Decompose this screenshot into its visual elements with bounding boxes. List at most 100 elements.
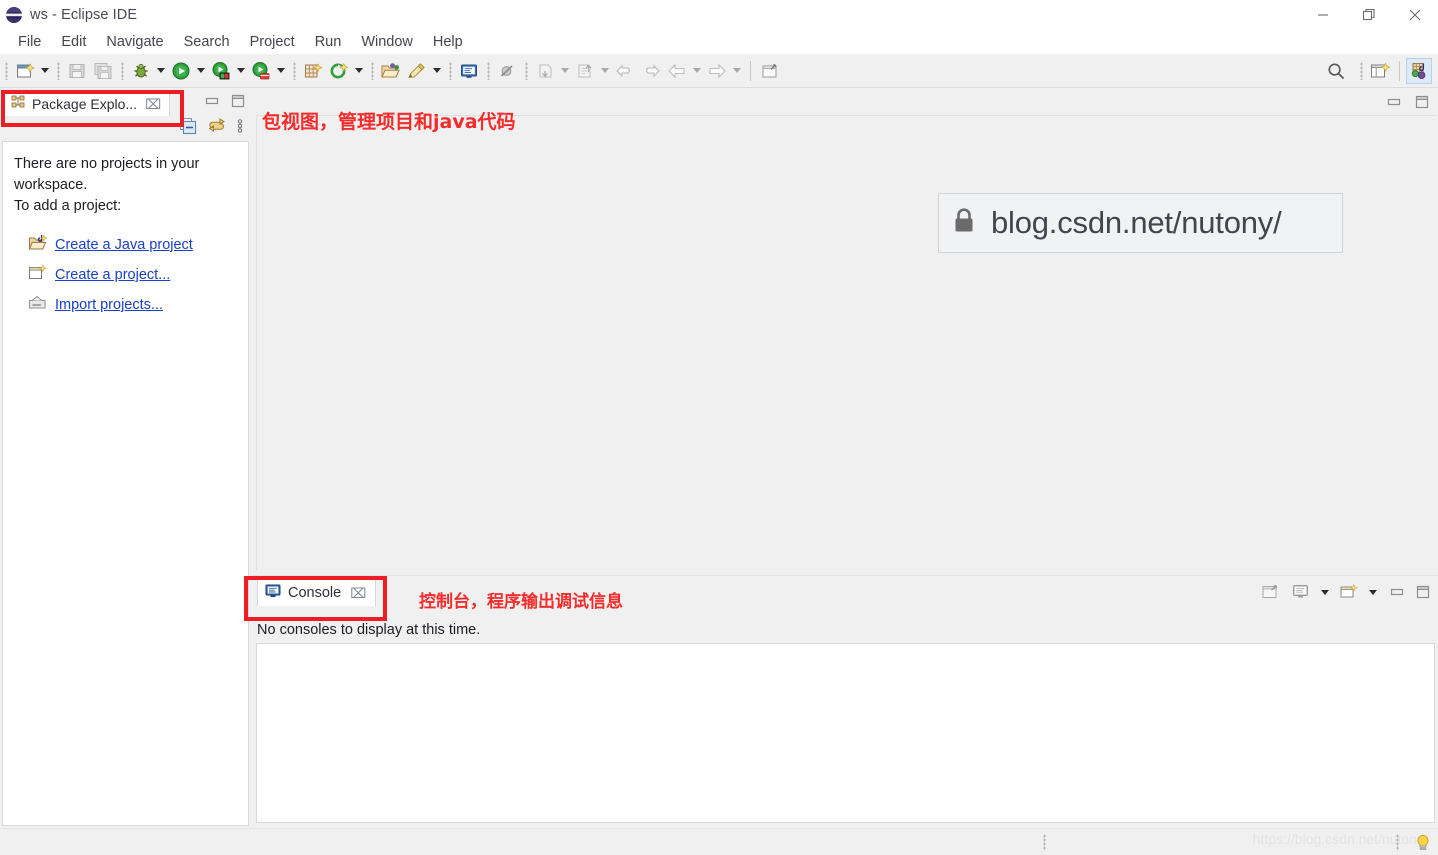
forward-icon[interactable] bbox=[638, 58, 664, 84]
run-dropdown-icon[interactable] bbox=[194, 58, 208, 84]
create-project-row[interactable]: Create a project... bbox=[14, 260, 240, 290]
status-bar-grip[interactable] bbox=[1396, 834, 1399, 851]
console-output-area[interactable] bbox=[256, 643, 1435, 823]
package-explorer-tab-label: Package Explo... bbox=[32, 96, 138, 112]
forward-nav-icon[interactable] bbox=[704, 58, 730, 84]
back-icon[interactable] bbox=[612, 58, 638, 84]
import-projects-row[interactable]: Import projects... bbox=[14, 290, 240, 320]
minimize-console-icon[interactable] bbox=[1388, 583, 1406, 601]
tab-console[interactable]: Console ⌧ bbox=[257, 579, 377, 606]
pin-editor-icon[interactable] bbox=[757, 58, 783, 84]
next-annotation-dropdown-icon[interactable] bbox=[598, 58, 612, 84]
display-selected-console-icon[interactable] bbox=[1288, 579, 1314, 605]
restore-button[interactable] bbox=[1346, 0, 1392, 30]
next-annotation-icon[interactable] bbox=[572, 58, 598, 84]
minimize-button[interactable] bbox=[1300, 0, 1346, 30]
eclipse-logo-icon bbox=[5, 6, 23, 24]
toolbar-grip[interactable] bbox=[371, 61, 374, 80]
open-type-icon[interactable] bbox=[378, 58, 404, 84]
toolbar-grip[interactable] bbox=[5, 61, 8, 80]
package-explorer-toolbar bbox=[0, 117, 251, 140]
open-console-icon[interactable] bbox=[1258, 579, 1284, 605]
toggle-mark-occurrences-icon[interactable] bbox=[456, 58, 482, 84]
import-projects-link[interactable]: Import projects... bbox=[55, 297, 163, 313]
open-task-icon[interactable] bbox=[404, 58, 430, 84]
debug-icon[interactable] bbox=[128, 58, 154, 84]
menu-file[interactable]: File bbox=[8, 32, 51, 52]
new-java-package-icon[interactable] bbox=[300, 58, 326, 84]
toolbar-separator bbox=[750, 60, 751, 81]
toolbar-grip[interactable] bbox=[293, 61, 296, 80]
coverage-dropdown-icon[interactable] bbox=[274, 58, 288, 84]
display-selected-console-dropdown-icon[interactable] bbox=[1318, 579, 1332, 605]
editor-empty-canvas bbox=[256, 115, 1435, 570]
run-external-tools-icon[interactable] bbox=[208, 58, 234, 84]
link-with-editor-icon[interactable] bbox=[207, 117, 226, 140]
previous-annotation-icon[interactable] bbox=[532, 58, 558, 84]
new-project-icon bbox=[28, 264, 47, 287]
minimize-view-icon[interactable] bbox=[203, 92, 221, 110]
empty-message-line-2: workspace. bbox=[14, 177, 88, 193]
toolbar-grip[interactable] bbox=[1360, 61, 1363, 80]
status-bar-grip[interactable] bbox=[1043, 834, 1046, 851]
menu-project[interactable]: Project bbox=[240, 32, 305, 52]
window-title: ws - Eclipse IDE bbox=[30, 7, 138, 23]
new-wizard-icon[interactable] bbox=[12, 58, 38, 84]
title-bar: ws - Eclipse IDE bbox=[0, 0, 1438, 30]
java-perspective-icon[interactable] bbox=[1406, 57, 1432, 84]
new-java-class-dropdown-icon[interactable] bbox=[352, 58, 366, 84]
new-wizard-dropdown-icon[interactable] bbox=[38, 58, 52, 84]
empty-workspace-message: There are no projects in your workspace.… bbox=[14, 154, 240, 217]
maximize-view-icon[interactable] bbox=[229, 92, 247, 110]
package-explorer-body: There are no projects in your workspace.… bbox=[2, 141, 249, 826]
save-icon[interactable] bbox=[64, 58, 90, 84]
editor-window-buttons bbox=[1385, 93, 1431, 111]
tip-of-the-day-icon[interactable] bbox=[1414, 834, 1432, 852]
create-java-project-row[interactable]: Create a Java project bbox=[14, 230, 240, 260]
search-icon[interactable] bbox=[1323, 58, 1349, 84]
debug-dropdown-icon[interactable] bbox=[154, 58, 168, 84]
run-icon[interactable] bbox=[168, 58, 194, 84]
back-nav-dropdown-icon[interactable] bbox=[690, 58, 704, 84]
menu-navigate[interactable]: Navigate bbox=[96, 32, 173, 52]
close-icon[interactable]: ⌧ bbox=[145, 97, 161, 111]
menu-edit[interactable]: Edit bbox=[51, 32, 96, 52]
toolbar-grip[interactable] bbox=[449, 61, 452, 80]
open-perspective-icon[interactable] bbox=[1367, 58, 1393, 84]
back-nav-icon[interactable] bbox=[664, 58, 690, 84]
open-task-dropdown-icon[interactable] bbox=[430, 58, 444, 84]
create-project-link[interactable]: Create a project... bbox=[55, 267, 170, 283]
maximize-console-icon[interactable] bbox=[1414, 583, 1432, 601]
toolbar-grip[interactable] bbox=[525, 61, 528, 80]
menu-search[interactable]: Search bbox=[174, 32, 240, 52]
close-button[interactable] bbox=[1392, 0, 1438, 30]
new-console-view-dropdown-icon[interactable] bbox=[1366, 579, 1380, 605]
console-status-text: No consoles to display at this time. bbox=[257, 622, 481, 638]
collapse-all-icon[interactable] bbox=[179, 117, 197, 140]
menu-run[interactable]: Run bbox=[305, 32, 352, 52]
save-all-icon[interactable] bbox=[90, 58, 116, 84]
forward-nav-dropdown-icon[interactable] bbox=[730, 58, 744, 84]
package-explorer-view: Package Explo... ⌧ There are no projects… bbox=[0, 89, 251, 828]
previous-annotation-dropdown-icon[interactable] bbox=[558, 58, 572, 84]
package-explorer-annotation-text: 包视图，管理项目和java代码 bbox=[262, 111, 516, 133]
menu-window[interactable]: Window bbox=[351, 32, 423, 52]
maximize-editor-icon[interactable] bbox=[1413, 93, 1431, 111]
package-explorer-tab-row: Package Explo... ⌧ bbox=[0, 89, 251, 117]
lock-icon bbox=[951, 206, 977, 241]
menu-help[interactable]: Help bbox=[423, 32, 473, 52]
new-console-view-icon[interactable] bbox=[1336, 579, 1362, 605]
external-tools-dropdown-icon[interactable] bbox=[234, 58, 248, 84]
console-view: Console ⌧ 控制台，程序输出调试信息 No consoles to di… bbox=[253, 575, 1438, 828]
tab-package-explorer[interactable]: Package Explo... ⌧ bbox=[4, 91, 171, 116]
coverage-icon[interactable] bbox=[248, 58, 274, 84]
skip-all-breakpoints-icon[interactable] bbox=[494, 58, 520, 84]
create-java-project-link[interactable]: Create a Java project bbox=[55, 237, 193, 253]
close-icon[interactable]: ⌧ bbox=[350, 586, 366, 600]
toolbar-grip[interactable] bbox=[121, 61, 124, 80]
new-java-class-icon[interactable] bbox=[326, 58, 352, 84]
toolbar-grip[interactable] bbox=[57, 61, 60, 80]
toolbar-grip[interactable] bbox=[487, 61, 490, 80]
minimize-editor-icon[interactable] bbox=[1385, 93, 1403, 111]
view-menu-icon[interactable] bbox=[236, 117, 244, 140]
